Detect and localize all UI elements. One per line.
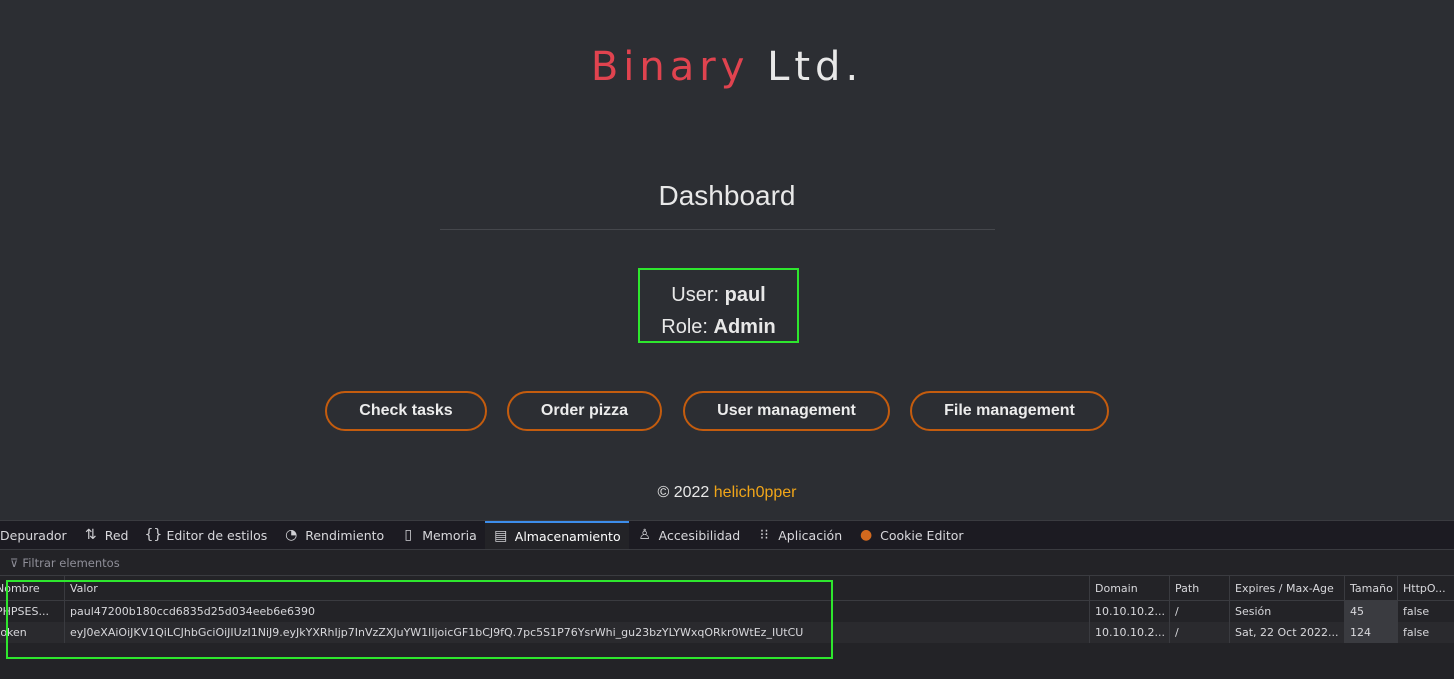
cookie-path: /	[1170, 601, 1230, 622]
user-line: User: paul	[640, 279, 797, 311]
role-label: Role:	[661, 316, 714, 338]
file-management-button[interactable]: File management	[910, 391, 1109, 431]
cookie-expires: Sat, 22 Oct 2022...	[1230, 622, 1345, 643]
devtools-resize-bar[interactable]	[0, 506, 1454, 521]
storage-icon: ▤	[494, 528, 508, 544]
filter-icon: ⊽	[10, 555, 19, 570]
tab-memory[interactable]: ▯ Memoria	[392, 521, 485, 549]
user-label: User:	[671, 284, 725, 306]
grid-icon: ⁝⁝	[759, 527, 769, 543]
cookie-name: PHPSES...	[0, 601, 65, 622]
cookie-httponly: false	[1403, 626, 1430, 639]
footer-author-link[interactable]: helich0pper	[714, 484, 797, 501]
user-management-button[interactable]: User management	[683, 391, 890, 431]
user-info-box: User: paul Role: Admin	[638, 268, 799, 343]
table-header: Nombre Valor Domain Path Expires / Max-A…	[0, 576, 1454, 601]
tab-label: Rendimiento	[305, 527, 385, 543]
tab-storage[interactable]: ▤ Almacenamiento	[484, 521, 629, 549]
cookie-icon: ●	[860, 527, 873, 543]
column-header-domain[interactable]: Domain	[1090, 576, 1170, 600]
tab-label: Editor de estilos	[166, 527, 268, 543]
tab-application[interactable]: ⁝⁝ Aplicación	[748, 521, 850, 549]
table-row[interactable]: token eyJ0eXAiOiJKV1QiLCJhbGciOiJIUzI1Ni…	[0, 622, 1454, 643]
tab-label: Red	[104, 527, 129, 543]
table-row[interactable]: PHPSES... paul47200b180ccd6835d25d034eeb…	[0, 601, 1454, 622]
web-page: Binary Ltd. Dashboard User: paul Role: A…	[0, 0, 1454, 506]
tab-label: Almacenamiento	[514, 528, 621, 544]
footer: © 2022 helich0pper	[0, 484, 1454, 502]
gauge-icon: ◔	[285, 527, 298, 543]
cookie-httponly: false	[1403, 605, 1430, 618]
tab-cookie-editor[interactable]: ● Cookie Editor	[850, 521, 971, 549]
user-value: paul	[724, 284, 766, 306]
accessibility-icon: ♙	[638, 527, 651, 543]
check-tasks-button[interactable]: Check tasks	[325, 391, 487, 431]
column-header-httponly[interactable]: HttpO...	[1398, 576, 1454, 600]
role-line: Role: Admin	[640, 311, 797, 343]
cookies-table: Nombre Valor Domain Path Expires / Max-A…	[0, 576, 1454, 643]
column-header-value[interactable]: Valor	[65, 576, 1090, 600]
cookie-size: 45	[1345, 601, 1398, 622]
page-title: Dashboard	[658, 180, 796, 211]
filter-input[interactable]	[22, 555, 423, 570]
cookie-size: 124	[1345, 622, 1398, 643]
tab-label: Memoria	[422, 527, 477, 543]
devtools-tabbar: Depurador ⇅ Red {} Editor de estilos ◔ R…	[0, 521, 1454, 550]
column-header-name[interactable]: Nombre	[0, 576, 65, 600]
memory-icon: ▯	[404, 527, 413, 543]
braces-icon: {}	[144, 527, 163, 543]
tab-debugger[interactable]: Depurador	[0, 521, 75, 549]
footer-copyright: © 2022	[657, 484, 714, 501]
cookie-domain: 10.10.10.2...	[1090, 601, 1170, 622]
cookie-path: /	[1170, 622, 1230, 643]
tab-label: Aplicación	[778, 527, 843, 543]
column-header-path[interactable]: Path	[1170, 576, 1230, 600]
tab-accessibility[interactable]: ♙ Accesibilidad	[629, 521, 749, 549]
brand-name-part2: Ltd.	[749, 44, 864, 90]
tab-label: Depurador	[0, 527, 67, 543]
tab-label: Cookie Editor	[880, 527, 964, 543]
tab-style-editor[interactable]: {} Editor de estilos	[136, 521, 275, 549]
brand-logo[interactable]: Binary Ltd.	[0, 44, 1454, 90]
tab-performance[interactable]: ◔ Rendimiento	[275, 521, 392, 549]
devtools-panel: Depurador ⇅ Red {} Editor de estilos ◔ R…	[0, 506, 1454, 679]
filter-bar: ⊽	[0, 550, 1454, 576]
network-icon: ⇅	[84, 527, 97, 543]
column-header-size[interactable]: Tamaño	[1345, 576, 1398, 600]
tab-network[interactable]: ⇅ Red	[75, 521, 137, 549]
cookie-domain: 10.10.10.2...	[1090, 622, 1170, 643]
cookie-name: token	[0, 622, 65, 643]
cookie-value[interactable]: paul47200b180ccd6835d25d034eeb6e6390	[65, 601, 1090, 622]
role-value: Admin	[713, 316, 776, 338]
cookie-expires: Sesión	[1230, 601, 1345, 622]
order-pizza-button[interactable]: Order pizza	[507, 391, 662, 431]
tab-label: Accesibilidad	[658, 527, 741, 543]
column-header-expires[interactable]: Expires / Max-Age	[1230, 576, 1345, 600]
title-divider	[440, 229, 995, 230]
cookie-value[interactable]: eyJ0eXAiOiJKV1QiLCJhbGciOiJIUzI1NiJ9.eyJ…	[65, 622, 1090, 643]
brand-name-part1: Binary	[590, 44, 750, 90]
